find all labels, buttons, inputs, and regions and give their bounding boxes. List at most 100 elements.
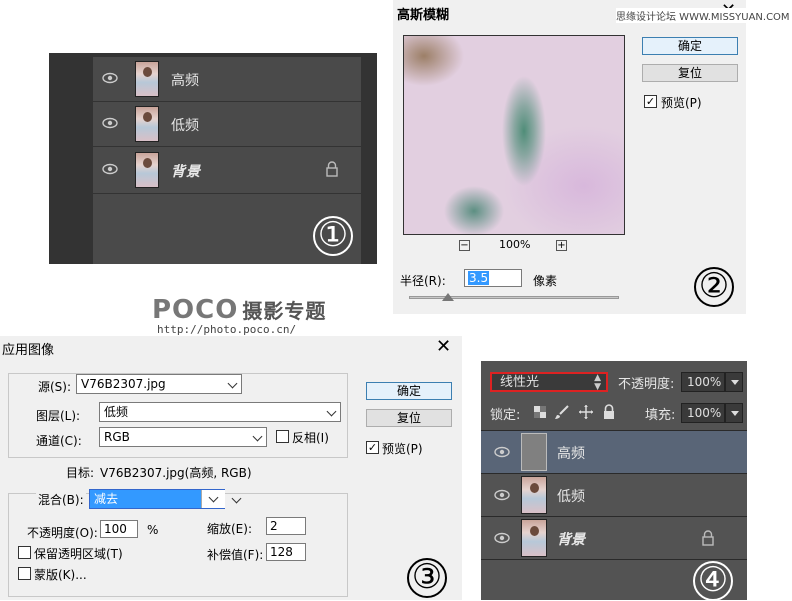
preview-label: 预览(P)	[382, 442, 423, 456]
eye-icon[interactable]	[101, 160, 119, 178]
layer-thumbnail	[521, 476, 547, 514]
zoom-in-icon[interactable]: +	[556, 240, 567, 251]
poco-logo-cn: 摄影专题	[242, 299, 327, 323]
layer-row-low[interactable]: 低频	[93, 102, 361, 146]
scale-input[interactable]: 2	[266, 517, 306, 535]
layer-name: 高频	[557, 446, 585, 462]
step-number: ①	[313, 216, 353, 256]
invert-label: 反相(I)	[292, 431, 329, 445]
ok-button[interactable]: 确定	[642, 37, 738, 55]
layer-thumbnail	[521, 519, 547, 557]
chevron-down-icon	[227, 378, 238, 389]
updown-icon: ▲ ▼	[594, 373, 601, 392]
divider	[93, 146, 361, 147]
layer-select[interactable]: 低频	[99, 402, 341, 422]
layer-name: 背景	[557, 532, 585, 548]
invert-checkbox[interactable]	[276, 430, 289, 443]
target-value: V76B2307.jpg(高频, RGB)	[100, 466, 252, 480]
lock-transparent-icon[interactable]	[534, 406, 546, 418]
close-icon[interactable]: ✕	[436, 336, 451, 357]
chevron-down-icon	[252, 431, 263, 442]
poco-url: http://photo.poco.cn/	[157, 323, 297, 336]
layer-name: 高频	[171, 73, 199, 89]
channel-label: 通道(C):	[36, 434, 82, 448]
dialog-title: 高斯模糊	[397, 8, 450, 23]
gaussian-blur-dialog: 高斯模糊 ✕ 确定 复位 ✓ 预览(P) − 100% + 半径(R): 3.5…	[393, 0, 746, 314]
blur-preview-image[interactable]	[403, 35, 625, 235]
lock-icon	[702, 530, 714, 546]
layer-row-background[interactable]: 背景	[93, 148, 361, 192]
source-select[interactable]: V76B2307.jpg	[76, 374, 242, 394]
fill-input[interactable]: 100%	[681, 403, 725, 423]
mask-checkbox[interactable]	[18, 567, 31, 580]
channel-value: RGB	[104, 430, 130, 444]
mask-label: 蒙版(K)...	[34, 568, 87, 582]
lock-icon	[326, 161, 338, 177]
layer-name: 低频	[171, 118, 199, 134]
blend-label: 混合(B):	[36, 491, 86, 508]
reset-button[interactable]: 复位	[642, 64, 738, 82]
brush-icon[interactable]	[554, 404, 570, 420]
eye-icon[interactable]	[101, 69, 119, 87]
slider-thumb[interactable]	[442, 293, 454, 301]
layer-thumbnail	[135, 61, 159, 97]
site-watermark: 思缘设计论坛 WWW.MISSYUAN.COM	[616, 8, 790, 23]
eye-icon[interactable]	[493, 486, 511, 504]
opacity-input[interactable]: 100	[100, 520, 138, 538]
layer-row-high[interactable]: 高频	[93, 57, 361, 101]
preserve-transparency-checkbox[interactable]	[18, 546, 31, 559]
fill-dropdown-icon[interactable]	[725, 403, 743, 423]
eye-icon[interactable]	[493, 443, 511, 461]
layer-row-background[interactable]: 背景	[481, 517, 747, 559]
channel-select[interactable]: RGB	[99, 427, 267, 447]
fill-label: 填充:	[645, 408, 676, 423]
layer-name: 低频	[557, 489, 585, 505]
chevron-down-icon	[208, 492, 219, 503]
poco-logo: POCO 摄影专题	[152, 295, 326, 325]
layers-panel-1: 高频 低频 背景 ①	[49, 53, 377, 264]
lock-label: 锁定:	[490, 408, 521, 423]
preserve-transparency-label: 保留透明区域(T)	[34, 547, 123, 561]
preview-label: 预览(P)	[661, 96, 702, 110]
radius-value: 3.5	[468, 271, 490, 285]
layers-panel-4: 线性光 ▲ ▼ 不透明度: 100% 锁定: 填充: 100% 高频 低频 背景 …	[481, 361, 747, 601]
blend-mode-value: 线性光	[500, 375, 540, 390]
chevron-down-icon	[326, 406, 337, 417]
layer-row-low[interactable]: 低频	[481, 474, 747, 516]
layer-row-high[interactable]: 高频	[481, 431, 747, 473]
blend-mode-select[interactable]: 线性光 ▲ ▼	[490, 372, 608, 392]
step-number: ②	[694, 267, 734, 307]
opacity-dropdown-icon[interactable]	[725, 372, 743, 392]
reset-button[interactable]: 复位	[366, 409, 452, 427]
scale-label: 缩放(E):	[207, 522, 252, 536]
eye-icon[interactable]	[493, 529, 511, 547]
lock-icon[interactable]	[602, 404, 616, 420]
dialog-title: 应用图像	[2, 343, 55, 358]
radius-input[interactable]: 3.5	[464, 269, 522, 287]
eye-icon[interactable]	[101, 114, 119, 132]
radius-slider[interactable]	[409, 296, 619, 299]
opacity-input[interactable]: 100%	[681, 372, 725, 392]
step-number: ③	[407, 558, 447, 598]
layer-name: 背景	[171, 164, 201, 180]
offset-input[interactable]: 128	[266, 543, 306, 561]
opacity-label: 不透明度(O):	[27, 526, 98, 540]
layer-thumbnail	[135, 106, 159, 142]
divider	[93, 193, 361, 194]
radius-label: 半径(R):	[400, 274, 446, 288]
preview-checkbox[interactable]: ✓	[366, 441, 379, 454]
offset-label: 补偿值(F):	[207, 548, 264, 562]
layer-thumbnail	[135, 152, 159, 188]
step-number: ④	[693, 561, 733, 601]
layer-value: 低频	[104, 405, 129, 419]
source-label: 源(S):	[38, 380, 72, 394]
move-icon[interactable]	[578, 404, 594, 420]
layer-thumbnail	[521, 433, 547, 471]
radius-unit: 像素	[533, 274, 558, 288]
ok-button[interactable]: 确定	[366, 382, 452, 400]
opacity-label: 不透明度:	[618, 377, 675, 392]
blend-dropdown-button[interactable]	[201, 490, 225, 508]
zoom-out-icon[interactable]: −	[459, 240, 470, 251]
preview-checkbox[interactable]: ✓	[644, 95, 657, 108]
poco-logo-text: POCO	[152, 295, 239, 325]
